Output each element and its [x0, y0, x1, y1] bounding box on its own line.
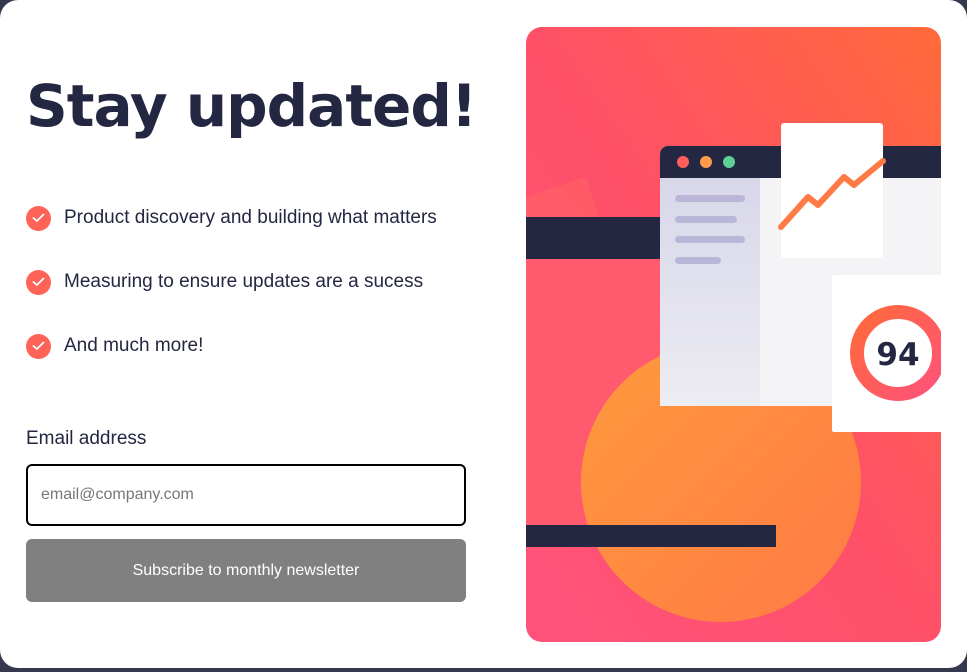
subscribe-button[interactable]: Subscribe to monthly newsletter	[26, 539, 466, 602]
feature-list: Product discovery and building what matt…	[26, 204, 437, 396]
page-title: Stay updated!	[26, 72, 477, 140]
feature-text: And much more!	[64, 335, 204, 356]
feature-item: Product discovery and building what matt…	[26, 204, 437, 232]
feature-item: Measuring to ensure updates are a sucess	[26, 268, 437, 296]
check-icon	[26, 269, 51, 295]
email-label: Email address	[26, 428, 147, 449]
feature-text: Product discovery and building what matt…	[64, 207, 437, 228]
newsletter-card: Stay updated! Product discovery and buil…	[0, 0, 967, 668]
hero-illustration: 94	[526, 27, 941, 642]
feature-text: Measuring to ensure updates are a sucess	[64, 271, 424, 292]
feature-item: And much more!	[26, 332, 437, 360]
check-icon	[26, 333, 51, 359]
signup-panel: Stay updated! Product discovery and buil…	[26, 0, 477, 668]
email-field[interactable]	[26, 464, 466, 526]
check-icon	[26, 205, 51, 231]
score-value: 94	[876, 337, 919, 373]
